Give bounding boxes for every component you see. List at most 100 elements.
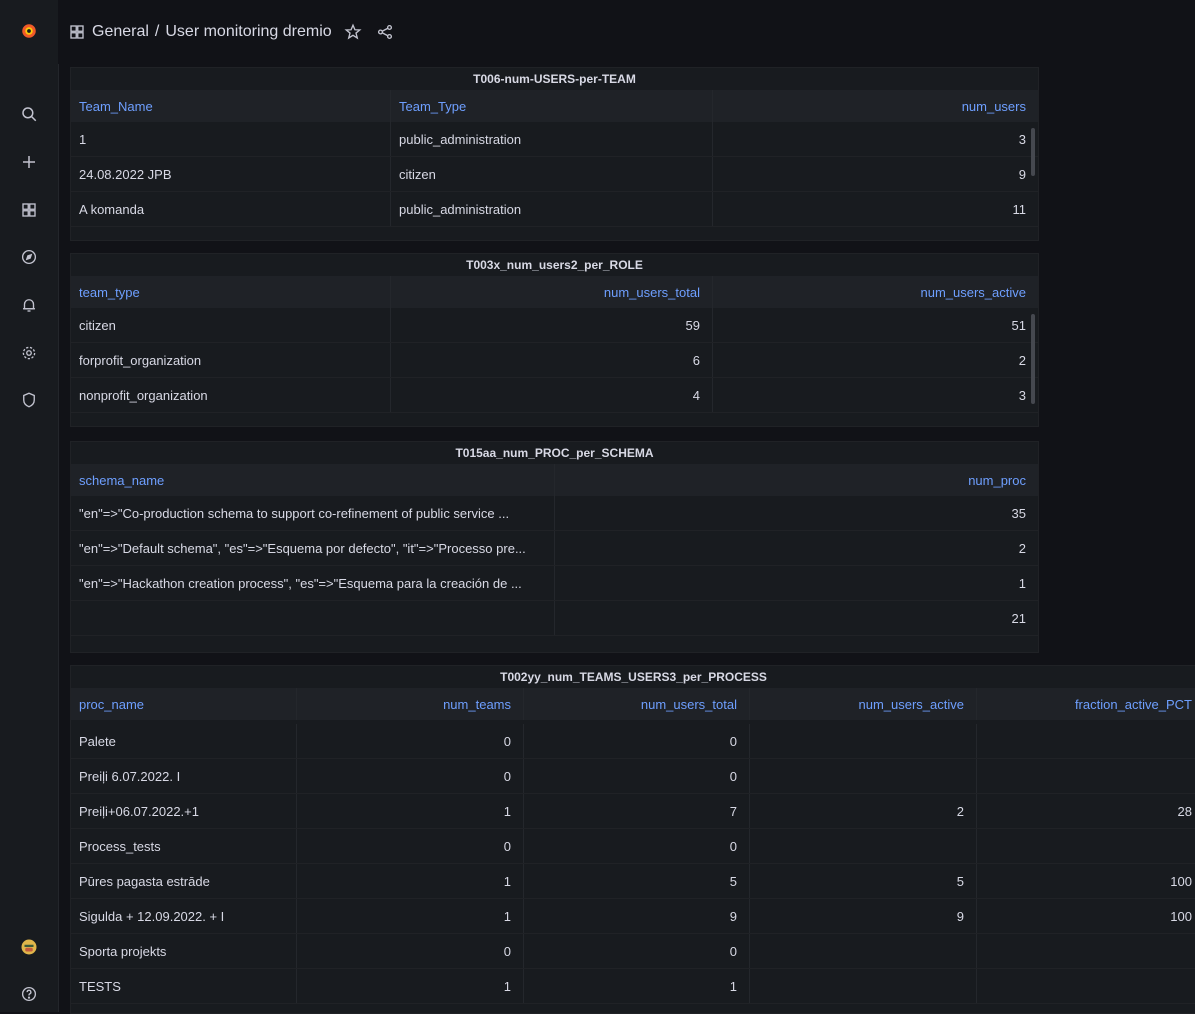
- table-row: Sporta projekts 0 0: [71, 934, 1195, 969]
- scrollbar[interactable]: [1031, 314, 1035, 404]
- dashboard-header: General / User monitoring dremio: [58, 0, 1195, 64]
- panel-title: T006-num-USERS-per-TEAM: [473, 72, 636, 86]
- avatar[interactable]: [17, 935, 41, 959]
- column-header[interactable]: team_type: [71, 276, 391, 308]
- gear-icon[interactable]: [17, 341, 41, 365]
- panel-users-per-team[interactable]: T006-num-USERS-per-TEAM Team_Name Team_T…: [70, 67, 1039, 241]
- cell: 51: [1011, 317, 1026, 333]
- table-header: team_type num_users_total num_users_acti…: [71, 276, 1038, 308]
- cell: citizen: [71, 308, 391, 342]
- cell: 6: [391, 343, 713, 377]
- cell: [750, 934, 977, 968]
- dashboards-icon[interactable]: [17, 198, 41, 222]
- cell: 7: [524, 794, 750, 828]
- sidebar: [0, 0, 59, 1012]
- table-row: citizen 59 51: [71, 308, 1038, 343]
- cell: 2: [1018, 352, 1026, 368]
- cell: 11: [1012, 201, 1027, 217]
- panel-proc-per-schema[interactable]: T015aa_num_PROC_per_SCHEMA schema_name n…: [70, 441, 1039, 653]
- cell: 2: [1018, 540, 1026, 556]
- breadcrumb-folder[interactable]: General: [92, 23, 149, 41]
- cell: 0: [524, 829, 750, 863]
- cell: 0: [297, 934, 524, 968]
- cell: A komanda: [71, 192, 391, 226]
- cell: 5: [750, 864, 977, 898]
- cell: 3: [1018, 131, 1026, 147]
- alerting-icon[interactable]: [17, 293, 41, 317]
- cell: Sporta projekts: [71, 934, 297, 968]
- column-header[interactable]: proc_name: [71, 688, 297, 720]
- cell: [977, 969, 1195, 1003]
- cell: 5: [524, 864, 750, 898]
- page-title[interactable]: User monitoring dremio: [165, 23, 331, 41]
- cell: 3: [1018, 387, 1026, 403]
- cell: 1: [297, 794, 524, 828]
- cell: TESTS: [71, 969, 297, 1003]
- table-row: A komanda public_administration 11: [71, 192, 1038, 227]
- explore-icon[interactable]: [17, 245, 41, 269]
- help-icon[interactable]: [17, 982, 41, 1006]
- cell: [71, 601, 555, 635]
- table-header: proc_name num_teams num_users_total num_…: [71, 688, 1195, 720]
- cell: [977, 934, 1195, 968]
- table-row: Preiļi 6.07.2022. I00: [71, 759, 1195, 794]
- cell: [750, 724, 977, 758]
- table-row: Process_tests 0 0: [71, 829, 1195, 864]
- cell: public_administration: [391, 122, 713, 156]
- cell: 1: [297, 969, 524, 1003]
- plus-icon[interactable]: [17, 150, 41, 174]
- panel-title: T015aa_num_PROC_per_SCHEMA: [455, 446, 654, 460]
- dashboards-grid-icon: [68, 23, 86, 41]
- cell: Preiļi+06.07.2022.+1: [71, 794, 297, 828]
- grafana-logo-icon[interactable]: [17, 19, 41, 43]
- star-icon[interactable]: [344, 23, 362, 41]
- cell: nonprofit_organization: [71, 378, 391, 412]
- cell: 0: [297, 759, 524, 793]
- cell: 1: [297, 899, 524, 933]
- cell: "en"=>"Hackathon creation process", "es"…: [71, 566, 555, 600]
- cell: "en"=>"Default schema", "es"=>"Esquema p…: [71, 531, 555, 565]
- table-header: Team_Name Team_Type num_users: [71, 90, 1038, 122]
- column-header[interactable]: Team_Name: [71, 90, 391, 122]
- cell: 0: [297, 829, 524, 863]
- cell: 0: [524, 724, 750, 758]
- column-header[interactable]: num_proc: [555, 464, 1038, 496]
- cell: citizen: [391, 157, 713, 191]
- cell: 4: [391, 378, 713, 412]
- cell: [977, 724, 1195, 758]
- shield-icon[interactable]: [17, 388, 41, 412]
- panel-teams-users-per-process[interactable]: T002yy_num_TEAMS_USERS3_per_PROCESS proc…: [70, 665, 1195, 1014]
- column-header[interactable]: num_teams: [297, 688, 524, 720]
- column-header[interactable]: num_users_active: [750, 688, 977, 720]
- column-header[interactable]: schema_name: [71, 464, 555, 496]
- table-header: schema_name num_proc: [71, 464, 1038, 496]
- column-header[interactable]: num_users: [713, 90, 1038, 122]
- cell: public_administration: [391, 192, 713, 226]
- table-row: "en"=>"Co-production schema to support c…: [71, 496, 1038, 531]
- cell: 1: [71, 122, 391, 156]
- cell: [977, 759, 1195, 793]
- column-header[interactable]: Team_Type: [391, 90, 713, 122]
- cell: 0: [524, 934, 750, 968]
- search-icon[interactable]: [17, 102, 41, 126]
- column-header[interactable]: fraction_active_PCT: [977, 688, 1195, 720]
- cell: 28: [1177, 803, 1192, 819]
- cell: Process_tests: [71, 829, 297, 863]
- cell: 100: [1170, 908, 1192, 924]
- cell: 59: [391, 308, 713, 342]
- table-row: forprofit_organization 6 2: [71, 343, 1038, 378]
- cell: 1: [524, 969, 750, 1003]
- scrollbar[interactable]: [1031, 128, 1035, 176]
- column-header[interactable]: num_users_active: [713, 276, 1038, 308]
- panel-title: T002yy_num_TEAMS_USERS3_per_PROCESS: [500, 670, 767, 684]
- share-icon[interactable]: [376, 23, 394, 41]
- panel-users-per-role[interactable]: T003x_num_users2_per_ROLE team_type num_…: [70, 253, 1039, 427]
- table-row: Pūres pagasta estrāde 1 5 5 100: [71, 864, 1195, 899]
- cell: [750, 759, 977, 793]
- cell: "en"=>"Co-production schema to support c…: [71, 496, 555, 530]
- cell: [977, 829, 1195, 863]
- table-row: 1 public_administration 3: [71, 122, 1038, 157]
- column-header[interactable]: num_users_total: [524, 688, 750, 720]
- table-row: "en"=>"Hackathon creation process", "es"…: [71, 566, 1038, 601]
- column-header[interactable]: num_users_total: [391, 276, 713, 308]
